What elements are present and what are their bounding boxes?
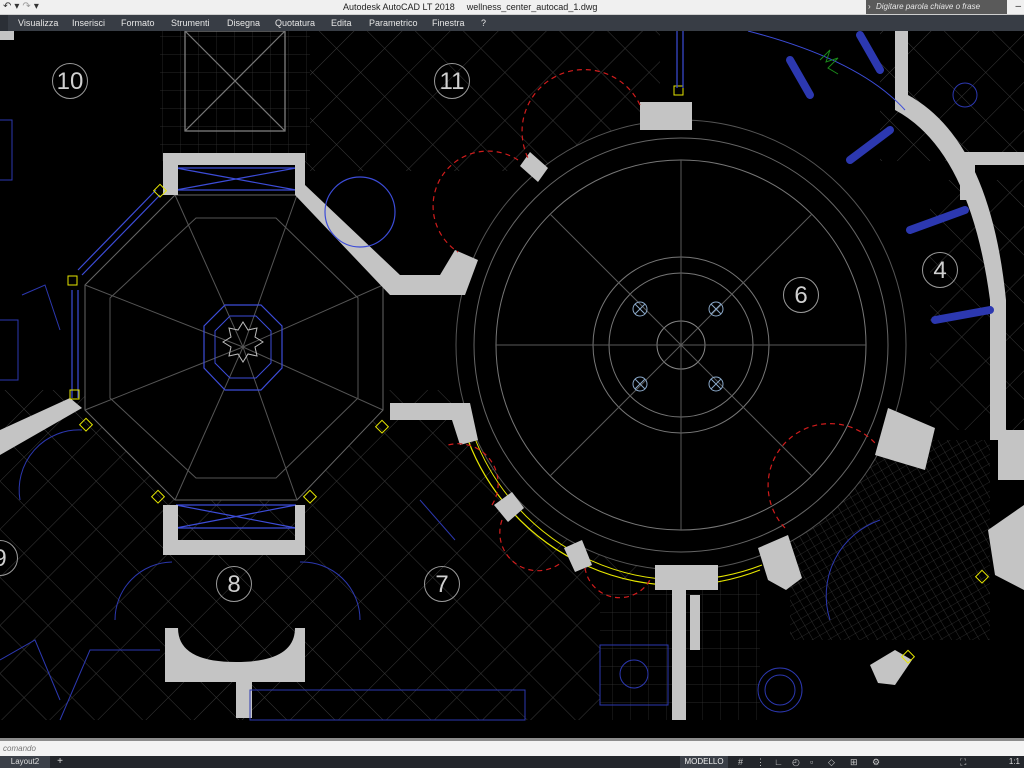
model-space-button[interactable]: MODELLO bbox=[680, 756, 728, 768]
menu-bar: Visualizza Inserisci Formato Strumenti D… bbox=[0, 15, 1024, 31]
fullscreen-icon[interactable]: ⛶ bbox=[960, 756, 966, 768]
ortho-icon[interactable]: ∟ bbox=[774, 756, 783, 768]
gear-icon[interactable]: ⚙ bbox=[872, 756, 880, 768]
command-line bbox=[0, 741, 1024, 756]
menu-finestra[interactable]: Finestra bbox=[432, 15, 465, 31]
back-arrow-icon[interactable]: ↶ bbox=[3, 0, 11, 14]
help-search-placeholder: Digitare parola chiave o frase bbox=[876, 2, 981, 11]
snap-icon[interactable]: ⋮ bbox=[756, 756, 765, 768]
tab-layout2[interactable]: Layout2 bbox=[0, 756, 50, 768]
menu-parametrico[interactable]: Parametrico bbox=[369, 15, 418, 31]
drawing-canvas[interactable]: 10 11 6 4 9 8 7 bbox=[0, 31, 1024, 738]
forward-arrow-icon[interactable]: ↷ bbox=[22, 0, 30, 14]
menu-quotatura[interactable]: Quotatura bbox=[275, 15, 315, 31]
menu-formato[interactable]: Formato bbox=[121, 15, 155, 31]
search-icon: › bbox=[868, 2, 871, 11]
room-label-10: 10 bbox=[52, 63, 88, 99]
menu-strumenti[interactable]: Strumenti bbox=[171, 15, 210, 31]
menu-visualizza[interactable]: Visualizza bbox=[18, 15, 58, 31]
room-label-6: 6 bbox=[783, 277, 819, 313]
room-label-7: 7 bbox=[424, 566, 460, 602]
menu-disegna[interactable]: Disegna bbox=[227, 15, 260, 31]
status-bar: Layout2 + MODELLO # ⋮ ∟ ◴ ▫ ◇ ⊞ ⚙ ⛶ 1:1 bbox=[0, 756, 1024, 768]
room-label-4: 4 bbox=[922, 252, 958, 288]
add-layout-button[interactable]: + bbox=[53, 756, 67, 768]
minimize-icon[interactable]: – bbox=[1015, 0, 1021, 14]
annotation-scale[interactable]: 1:1 bbox=[1009, 756, 1020, 768]
workspace-icon[interactable]: ⊞ bbox=[850, 756, 858, 768]
plant bbox=[819, 49, 839, 75]
grid-icon[interactable]: # bbox=[738, 756, 743, 768]
title-bar: ↶ ▾ ↷ ▾ Autodesk AutoCAD LT 2018 wellness… bbox=[0, 0, 1024, 15]
floor-plan-drawing bbox=[0, 31, 1024, 721]
menu-bar-grip bbox=[0, 15, 8, 31]
room-label-8: 8 bbox=[216, 566, 252, 602]
polar-icon[interactable]: ◴ bbox=[792, 756, 800, 768]
app-name: Autodesk AutoCAD LT 2018 bbox=[343, 2, 455, 12]
osnap-icon[interactable]: ▫ bbox=[810, 756, 813, 768]
menu-edita[interactable]: Edita bbox=[331, 15, 352, 31]
window-title: Autodesk AutoCAD LT 2018 wellness_center_… bbox=[343, 0, 597, 14]
customize-icon[interactable]: ▾ bbox=[34, 0, 39, 14]
menu-inserisci[interactable]: Inserisci bbox=[72, 15, 105, 31]
annotation-icon[interactable]: ◇ bbox=[828, 756, 835, 768]
menu-help[interactable]: ? bbox=[481, 15, 486, 31]
quick-access-toolbar: ↶ ▾ ↷ ▾ bbox=[0, 0, 39, 14]
room-label-11: 11 bbox=[434, 63, 470, 99]
help-search-input[interactable]: › Digitare parola chiave o frase bbox=[866, 0, 1007, 14]
dropdown-icon[interactable]: ▾ bbox=[14, 0, 19, 14]
file-name: wellness_center_autocad_1.dwg bbox=[466, 2, 598, 12]
command-input[interactable] bbox=[3, 741, 1003, 756]
